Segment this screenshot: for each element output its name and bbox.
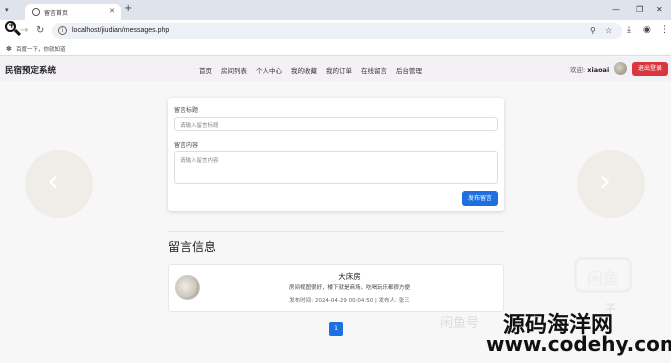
nav-home[interactable]: 首页 [199, 65, 212, 75]
chevron-left-icon: ‹ [47, 164, 59, 199]
nav-rooms[interactable]: 房间列表 [221, 65, 247, 75]
username: xiaoai [587, 66, 610, 74]
tab-search-icon[interactable]: ▾ [5, 6, 9, 14]
site-brand[interactable]: 民宿预定系统 [5, 64, 56, 76]
paw-icon: ✽ [6, 45, 12, 53]
watermark-url: www.codehy.com [486, 332, 671, 356]
profile-icon[interactable]: ◉ [643, 25, 651, 35]
content-label: 留言内容 [174, 142, 199, 149]
pagination-page-1[interactable]: 1 [329, 322, 343, 336]
nav-orders[interactable]: 我的订单 [326, 65, 352, 75]
submit-message-button[interactable]: 发布留言 [462, 191, 498, 206]
minimize-icon[interactable]: — [612, 5, 620, 14]
download-icon[interactable]: ⤓ [627, 25, 631, 35]
browser-tab[interactable]: 留言首页 ✕ [25, 4, 121, 20]
title-placeholder: 请输入留言标题 [180, 123, 219, 129]
message-meta: 发布时间: 2024-04-29 00:04:50 | 发布人: 张三 [289, 298, 410, 304]
new-tab-icon[interactable]: + [124, 3, 132, 14]
welcome-prefix: 欢迎: [570, 66, 586, 74]
watermark-faint-text: 闲鱼号 [440, 316, 480, 331]
site-navbar: 民宿预定系统 首页 房间列表 个人中心 我的收藏 我的订单 在线留言 后台管理 … [0, 57, 671, 81]
url-field[interactable]: i localhost/jiudian/messages.php ⚲ ☆ [52, 23, 622, 39]
xianyu-logo-text: 闲鱼 [587, 269, 620, 288]
messages-heading: 留言信息 [168, 240, 217, 254]
nav-profile[interactable]: 个人中心 [256, 65, 282, 75]
bookmark-star-icon[interactable]: ☆ [605, 26, 612, 35]
browser-tabbar: ▾ 留言首页 ✕ + — ❐ ✕ [0, 0, 671, 20]
bookmark-baidu[interactable]: 百度一下，你就知道 [16, 45, 66, 53]
message-item: 大床房 房间视图很好，楼下就是商场，吃喝玩乐都很方便 发布时间: 2024-04… [168, 264, 504, 312]
nav-admin[interactable]: 后台管理 [396, 65, 422, 75]
menu-icon[interactable]: ⋮ [660, 25, 669, 35]
window-close-icon[interactable]: ✕ [656, 5, 663, 14]
bookmarks-bar: ✽ 百度一下，你就知道 [0, 42, 671, 56]
globe-icon [32, 8, 40, 16]
welcome-text: 欢迎: xiaoai [570, 64, 609, 74]
site-info-icon[interactable]: i [58, 26, 67, 35]
content-placeholder: 请输入留言内容 [180, 158, 219, 164]
message-body: 房间视图很好，楼下就是商场，吃喝玩乐都很方便 [288, 285, 410, 291]
tab-title: 留言首页 [44, 10, 69, 17]
user-avatar[interactable] [614, 62, 627, 75]
nav-messages[interactable]: 在线留言 [361, 65, 387, 75]
tab-close-icon[interactable]: ✕ [109, 7, 115, 15]
url-text: localhost/jiudian/messages.php [72, 27, 170, 34]
carousel-next-button[interactable]: › [577, 150, 645, 218]
reload-icon[interactable]: ↻ [36, 25, 44, 36]
chevron-right-icon: › [599, 164, 611, 199]
message-title: 大床房 [338, 272, 361, 281]
title-input[interactable]: 请输入留言标题 [174, 117, 498, 131]
zoom-cursor-icon: + [2, 18, 22, 38]
logout-button[interactable]: 退出登录 [632, 62, 668, 76]
carousel-prev-button[interactable]: ‹ [25, 150, 93, 218]
content-textarea[interactable]: 请输入留言内容 [174, 151, 498, 184]
maximize-icon[interactable]: ❐ [636, 5, 643, 14]
nav-favorites[interactable]: 我的收藏 [291, 65, 317, 75]
address-bar: ← → ↻ i localhost/jiudian/messages.php ⚲… [0, 20, 671, 42]
zoom-icon[interactable]: ⚲ [590, 26, 596, 35]
title-label: 留言标题 [174, 107, 199, 114]
message-form: 留言标题 请输入留言标题 留言内容 请输入留言内容 发布留言 [168, 98, 504, 211]
main-nav: 首页 房间列表 个人中心 我的收藏 我的订单 在线留言 后台管理 [199, 65, 422, 75]
section-divider [168, 231, 504, 232]
xianyu-logo: 闲鱼 [574, 257, 632, 293]
